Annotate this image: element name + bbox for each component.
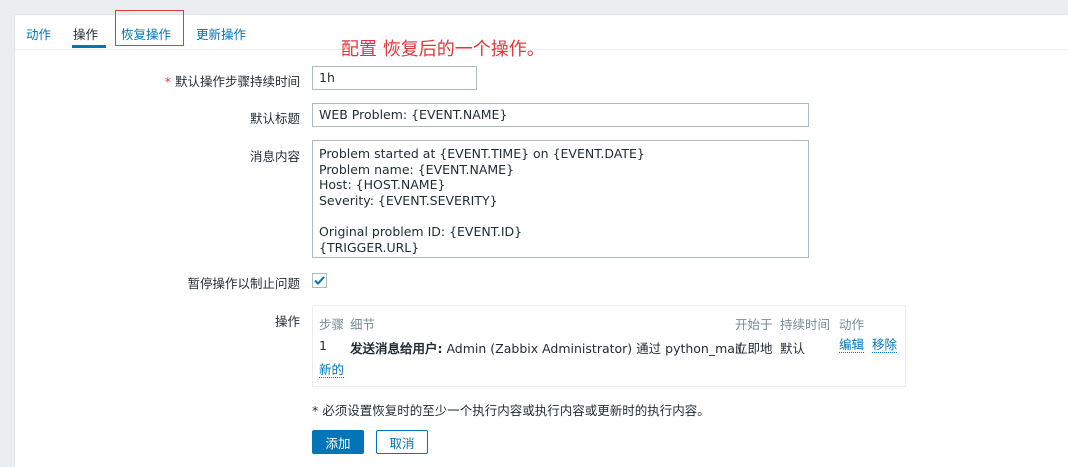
- tab-update-operations[interactable]: 更新操作: [196, 24, 246, 43]
- annotation-text: 配置 恢复后的一个操作。: [341, 39, 545, 60]
- row-start-in: 立即地: [735, 341, 773, 356]
- row-step: 1: [319, 338, 327, 353]
- duration-label: * 默认操作步骤持续时间: [20, 71, 300, 90]
- col-details: 细节: [350, 317, 376, 332]
- operations-label: 操作: [274, 314, 300, 329]
- operations-table: 步骤 细节 开始于 持续时间 动作 1 发送消息给用户: Admin (Zabb…: [312, 305, 906, 387]
- add-button[interactable]: 添加: [312, 430, 364, 454]
- highlight-box: [115, 10, 184, 46]
- tab-action[interactable]: 动作: [26, 24, 51, 43]
- row-details-bold: 发送消息给用户:: [350, 341, 443, 356]
- edit-link[interactable]: 编辑: [839, 338, 865, 353]
- col-start-in: 开始于: [735, 317, 773, 332]
- row-details: 发送消息给用户: Admin (Zabbix Administrator) 通过…: [350, 338, 742, 357]
- subject-label: 默认标题: [249, 111, 300, 126]
- message-label: 消息内容: [249, 149, 300, 164]
- remove-link[interactable]: 移除: [872, 338, 898, 353]
- pause-label: 暂停操作以制止问题: [187, 276, 300, 291]
- tab-operations[interactable]: 操作: [73, 24, 98, 43]
- checkmark-icon: [314, 276, 325, 285]
- new-operation-link[interactable]: 新的: [319, 363, 345, 378]
- row-duration: 默认: [780, 341, 806, 356]
- required-mark: *: [164, 74, 171, 89]
- col-action: 动作: [839, 317, 865, 332]
- subject-input[interactable]: WEB Problem: {EVENT.NAME}: [312, 103, 809, 127]
- message-textarea[interactable]: Problem started at {EVENT.TIME} on {EVEN…: [312, 140, 809, 258]
- col-duration: 持续时间: [780, 317, 831, 332]
- duration-label-text: 默认操作步骤持续时间: [174, 74, 300, 89]
- action-form-panel: 动作 操作 恢复操作 更新操作 配置 恢复后的一个操作。 * 默认操作步骤持续时…: [14, 10, 1068, 467]
- active-tab-indicator: [72, 45, 106, 48]
- pause-checkbox[interactable]: [312, 273, 327, 288]
- duration-input[interactable]: 1h: [312, 66, 477, 90]
- col-step: 步骤: [319, 317, 345, 332]
- requirement-note: * 必须设置恢复时的至少一个执行内容或执行内容或更新时的执行内容。: [312, 403, 710, 418]
- row-details-rest: Admin (Zabbix Administrator) 通过 python_m…: [442, 341, 742, 356]
- cancel-button[interactable]: 取消: [376, 430, 428, 454]
